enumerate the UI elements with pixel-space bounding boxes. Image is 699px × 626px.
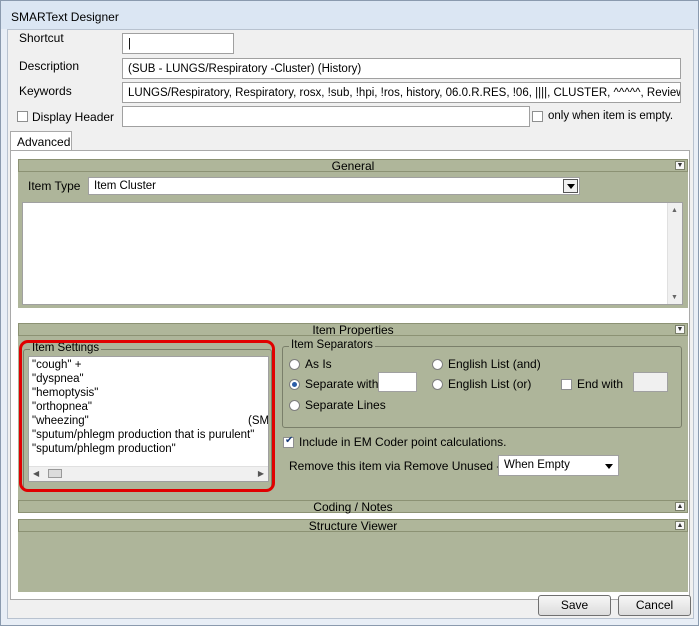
- scroll-down-icon[interactable]: ▼: [671, 294, 678, 301]
- english-list-or-label: English List (or): [448, 377, 532, 391]
- item-separators-title: Item Separators: [289, 339, 375, 351]
- scroll-up-icon[interactable]: ▲: [671, 207, 678, 214]
- remove-unused-value: When Empty: [504, 459, 570, 471]
- item-type-dropdown-arrow-icon[interactable]: [563, 179, 578, 193]
- expand-structure-viewer-icon[interactable]: ▲: [675, 521, 685, 530]
- advanced-tab-panel: General ▼ Item Type Item Cluster ▲ ▼ Ite…: [10, 150, 690, 600]
- remove-unused-label: Remove this item via Remove Unused -: [289, 459, 501, 473]
- only-when-empty-checkbox[interactable]: [532, 111, 543, 122]
- item-type-dropdown[interactable]: Item Cluster: [88, 177, 580, 195]
- item-properties-section-body: Item Settings "cough" + "dyspnea" "hemop…: [18, 336, 688, 503]
- remove-unused-dropdown[interactable]: When Empty: [498, 455, 619, 476]
- item-properties-header-label: Item Properties: [312, 323, 394, 337]
- only-when-empty-label: only when item is empty.: [548, 110, 674, 122]
- shortcut-input[interactable]: |: [122, 33, 234, 54]
- keywords-input[interactable]: LUNGS/Respiratory, Respiratory, rosx, !s…: [122, 82, 681, 103]
- collapse-item-properties-icon[interactable]: ▼: [675, 325, 685, 334]
- separate-lines-radio[interactable]: [289, 400, 300, 411]
- item-type-value: Item Cluster: [94, 180, 156, 192]
- smartext-designer-window: SMARText Designer Shortcut | Description…: [0, 0, 699, 626]
- shortcut-label: Shortcut: [19, 31, 64, 45]
- end-with-checkbox[interactable]: [561, 379, 572, 390]
- tab-advanced-label: Advanced: [17, 135, 71, 149]
- as-is-radio[interactable]: [289, 359, 300, 370]
- general-scrollbar[interactable]: ▲ ▼: [667, 203, 682, 304]
- item-properties-section-header[interactable]: Item Properties ▼: [18, 323, 688, 336]
- title-bar: SMARText Designer: [1, 1, 698, 29]
- coding-notes-header-label: Coding / Notes: [313, 500, 393, 514]
- display-header-checkbox[interactable]: [17, 111, 28, 122]
- keywords-label: Keywords: [19, 84, 72, 98]
- separate-lines-label: Separate Lines: [305, 398, 386, 412]
- structure-viewer-header-label: Structure Viewer: [308, 519, 398, 533]
- structure-viewer-section-header[interactable]: Structure Viewer ▲: [18, 519, 688, 532]
- description-label: Description: [19, 59, 80, 73]
- em-coder-checkbox[interactable]: ✔: [283, 435, 294, 448]
- display-header-label: Display Header: [32, 110, 115, 124]
- em-coder-label: Include in EM Coder point calculations.: [299, 435, 507, 449]
- english-list-and-label: English List (and): [448, 357, 541, 371]
- separate-with-label: Separate with: [305, 377, 379, 391]
- structure-viewer-body: [18, 532, 688, 592]
- as-is-label: As Is: [305, 357, 332, 371]
- item-type-label: Item Type: [28, 179, 81, 193]
- description-input[interactable]: (SUB - LUNGS/Respiratory -Cluster) (Hist…: [122, 58, 681, 79]
- save-button[interactable]: Save: [538, 595, 611, 616]
- general-text-area[interactable]: ▲ ▼: [22, 202, 683, 305]
- dialog-client-area: Shortcut | Description (SUB - LUNGS/Resp…: [7, 29, 694, 619]
- remove-unused-arrow-icon[interactable]: [605, 464, 613, 469]
- separate-with-input[interactable]: [378, 372, 417, 392]
- window-title: SMARText Designer: [11, 10, 119, 24]
- highlight-annotation: [19, 340, 275, 492]
- item-separators-group: Item Separators As Is Separate with Sepa…: [282, 339, 682, 428]
- english-list-or-radio[interactable]: [432, 379, 443, 390]
- tab-advanced[interactable]: Advanced: [10, 131, 72, 150]
- cancel-button[interactable]: Cancel: [618, 595, 691, 616]
- end-with-label: End with: [577, 377, 624, 391]
- display-header-input[interactable]: [122, 106, 530, 127]
- separate-with-radio[interactable]: [289, 379, 300, 390]
- general-header-label: General: [331, 159, 375, 173]
- general-section-header[interactable]: General ▼: [18, 159, 688, 172]
- coding-notes-section-header[interactable]: Coding / Notes ▲: [18, 500, 688, 513]
- general-section-body: Item Type Item Cluster ▲ ▼: [18, 172, 688, 308]
- end-with-input[interactable]: [633, 372, 668, 392]
- collapse-general-icon[interactable]: ▼: [675, 161, 685, 170]
- english-list-and-radio[interactable]: [432, 359, 443, 370]
- checkmark-icon: ✔: [285, 435, 294, 446]
- expand-coding-notes-icon[interactable]: ▲: [675, 502, 685, 511]
